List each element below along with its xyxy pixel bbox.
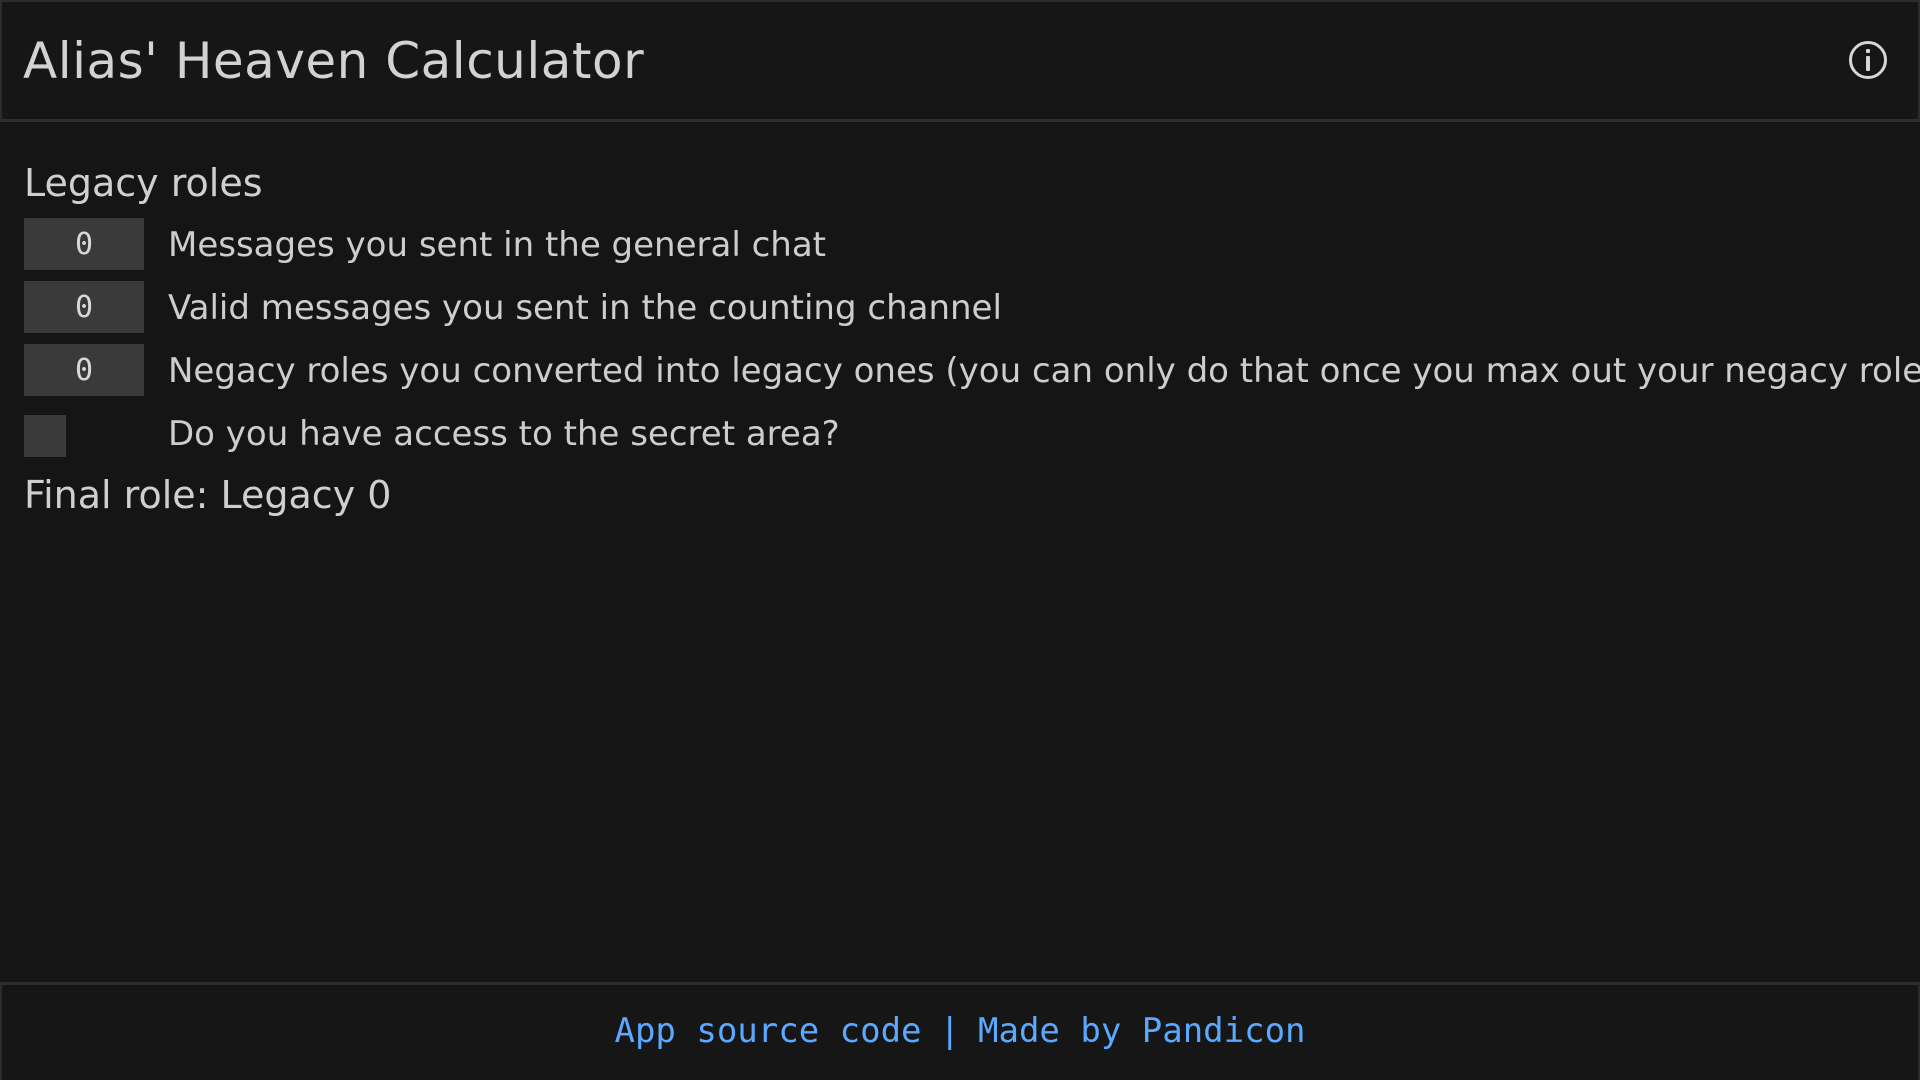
counting-channel-input[interactable]	[24, 281, 144, 333]
info-icon-dot	[1866, 49, 1870, 53]
info-icon[interactable]	[1849, 41, 1887, 79]
top-bar: Alias' Heaven Calculator	[0, 0, 1920, 122]
secret-area-label: Do you have access to the secret area?	[168, 414, 840, 454]
app-window: Alias' Heaven Calculator Legacy roles Me…	[0, 0, 1920, 1080]
counting-channel-row: Valid messages you sent in the counting …	[24, 281, 1904, 333]
secret-area-row: Do you have access to the secret area?	[24, 407, 1904, 459]
info-icon-bar	[1866, 56, 1870, 71]
footer: App source code | Made by Pandicon	[0, 982, 1920, 1080]
general-chat-label: Messages you sent in the general chat	[168, 225, 826, 265]
source-code-link[interactable]: App source code	[614, 1011, 921, 1051]
final-role-result: Final role: Legacy 0	[24, 473, 392, 517]
negacy-conversion-input[interactable]	[24, 344, 144, 396]
main-panel: Legacy roles Messages you sent in the ge…	[0, 122, 1920, 982]
general-chat-input[interactable]	[24, 218, 144, 270]
negacy-conversion-label: Negacy roles you converted into legacy o…	[168, 351, 1920, 391]
counting-channel-label: Valid messages you sent in the counting …	[168, 288, 1002, 328]
app-title: Alias' Heaven Calculator	[23, 32, 645, 90]
section-title: Legacy roles	[24, 161, 263, 205]
secret-area-checkbox[interactable]	[24, 415, 66, 457]
general-chat-row: Messages you sent in the general chat	[24, 218, 1904, 270]
credit-link[interactable]: Made by Pandicon	[978, 1011, 1306, 1051]
negacy-conversion-row: Negacy roles you converted into legacy o…	[24, 344, 1920, 396]
footer-separator: |	[939, 1011, 960, 1051]
